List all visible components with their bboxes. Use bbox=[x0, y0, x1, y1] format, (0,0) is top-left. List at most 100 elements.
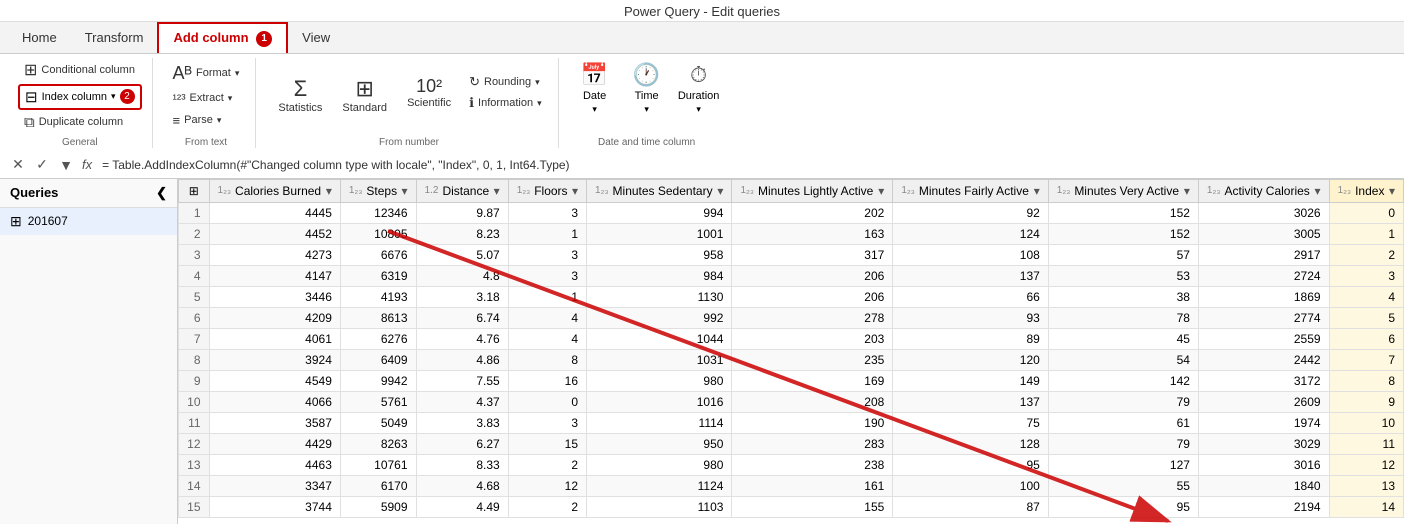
sidebar-item-201607[interactable]: ⊞ 201607 bbox=[0, 208, 177, 235]
table-body: 1 4445 12346 9.87 3 994 202 92 152 3026 … bbox=[179, 202, 1404, 517]
col-header-distance[interactable]: 1.2 Distance ▾ bbox=[416, 179, 508, 202]
col-header-sedentary[interactable]: 1₂₃ Minutes Sedentary ▾ bbox=[587, 179, 732, 202]
col-header-very[interactable]: 1₂₃ Minutes Very Active ▾ bbox=[1048, 179, 1198, 202]
cell-fairly: 137 bbox=[893, 265, 1048, 286]
filter-calories-icon[interactable]: ▾ bbox=[326, 184, 332, 198]
cell-fairly: 95 bbox=[893, 454, 1048, 475]
cell-lightly: 163 bbox=[732, 223, 893, 244]
filter-index-icon[interactable]: ▾ bbox=[1389, 184, 1395, 198]
cell-very: 79 bbox=[1048, 391, 1198, 412]
tab-home[interactable]: Home bbox=[8, 22, 71, 53]
format-button[interactable]: Aᴮ Format ▾ bbox=[167, 61, 246, 86]
sidebar-header: Queries ❮ bbox=[0, 179, 177, 208]
cell-fairly: 149 bbox=[893, 370, 1048, 391]
information-button[interactable]: ℹ Information ▾ bbox=[463, 93, 548, 113]
filter-activity-cal-icon[interactable]: ▾ bbox=[1315, 184, 1321, 198]
cell-activity-cal: 1974 bbox=[1198, 412, 1329, 433]
tab-transform[interactable]: Transform bbox=[71, 22, 158, 53]
cell-sedentary: 950 bbox=[587, 433, 732, 454]
duration-button[interactable]: ⏱ Duration ▾ bbox=[677, 62, 721, 115]
col-header-index[interactable]: 1₂₃ Index ▾ bbox=[1329, 179, 1403, 202]
cell-sedentary: 980 bbox=[587, 454, 732, 475]
filter-distance-icon[interactable]: ▾ bbox=[494, 184, 500, 198]
cell-activity-cal: 3029 bbox=[1198, 433, 1329, 454]
cell-distance: 6.74 bbox=[416, 307, 508, 328]
formula-input[interactable] bbox=[102, 158, 1396, 172]
cell-calories: 4452 bbox=[209, 223, 340, 244]
cell-very: 95 bbox=[1048, 496, 1198, 517]
col-header-lightly[interactable]: 1₂₃ Minutes Lightly Active ▾ bbox=[732, 179, 893, 202]
statistics-button[interactable]: Σ Statistics bbox=[270, 72, 330, 118]
time-button[interactable]: 🕐 Time ▾ bbox=[625, 62, 669, 115]
col-header-floors[interactable]: 1₂₃ Floors ▾ bbox=[508, 179, 586, 202]
cell-distance: 4.49 bbox=[416, 496, 508, 517]
cell-activity-cal: 2442 bbox=[1198, 349, 1329, 370]
filter-steps-icon[interactable]: ▾ bbox=[402, 184, 408, 198]
col-header-calories[interactable]: 1₂₃ Calories Burned ▾ bbox=[209, 179, 340, 202]
extract-button[interactable]: ¹²³ Extract ▾ bbox=[167, 89, 246, 108]
rounding-icon: ↻ bbox=[469, 74, 480, 90]
cell-steps: 6676 bbox=[340, 244, 416, 265]
general-items: ⊞ Conditional column ⊟ Index column ▾ 2 … bbox=[18, 58, 142, 133]
scientific-button[interactable]: 10² Scientific bbox=[399, 72, 459, 113]
cell-distance: 4.86 bbox=[416, 349, 508, 370]
cell-lightly: 238 bbox=[732, 454, 893, 475]
cell-very: 61 bbox=[1048, 412, 1198, 433]
cell-fairly: 100 bbox=[893, 475, 1048, 496]
formula-fx-label: fx bbox=[82, 157, 92, 172]
date-button[interactable]: 📅 Date ▾ bbox=[573, 62, 617, 115]
cell-index: 1 bbox=[1329, 223, 1403, 244]
standard-button[interactable]: ⊞ Standard bbox=[334, 72, 395, 118]
table-header-row: ⊞ 1₂₃ Calories Burned ▾ 1₂₃ Steps bbox=[179, 179, 1404, 202]
index-column-badge: 2 bbox=[120, 89, 135, 104]
cell-distance: 4.8 bbox=[416, 265, 508, 286]
filter-floors-icon[interactable]: ▾ bbox=[572, 184, 578, 198]
cell-floors: 15 bbox=[508, 433, 586, 454]
row-num-cell: 15 bbox=[179, 496, 210, 517]
cell-sedentary: 958 bbox=[587, 244, 732, 265]
tab-view[interactable]: View bbox=[288, 22, 344, 53]
col-header-fairly[interactable]: 1₂₃ Minutes Fairly Active ▾ bbox=[893, 179, 1048, 202]
from-number-items: Σ Statistics ⊞ Standard 10² Scientific bbox=[270, 58, 547, 133]
col-header-steps[interactable]: 1₂₃ Steps ▾ bbox=[340, 179, 416, 202]
col-header-activity-cal[interactable]: 1₂₃ Activity Calories ▾ bbox=[1198, 179, 1329, 202]
cell-very: 38 bbox=[1048, 286, 1198, 307]
formula-confirm-button[interactable]: ✓ bbox=[32, 155, 52, 175]
row-num-cell: 7 bbox=[179, 328, 210, 349]
table-row: 15 3744 5909 4.49 2 1103 155 87 95 2194 … bbox=[179, 496, 1404, 517]
cell-distance: 8.23 bbox=[416, 223, 508, 244]
filter-very-icon[interactable]: ▾ bbox=[1184, 184, 1190, 198]
cell-distance: 9.87 bbox=[416, 202, 508, 223]
duplicate-column-button[interactable]: ⧉ Duplicate column bbox=[18, 112, 142, 133]
cell-index: 13 bbox=[1329, 475, 1403, 496]
formula-cancel-button[interactable]: ✕ bbox=[8, 155, 28, 175]
filter-sedentary-icon[interactable]: ▾ bbox=[717, 184, 723, 198]
cell-calories: 4273 bbox=[209, 244, 340, 265]
from-number-label: From number bbox=[379, 133, 439, 148]
cell-very: 55 bbox=[1048, 475, 1198, 496]
filter-fairly-icon[interactable]: ▾ bbox=[1034, 184, 1040, 198]
rounding-button[interactable]: ↻ Rounding ▾ bbox=[463, 72, 548, 92]
cell-calories: 4429 bbox=[209, 433, 340, 454]
formula-expand-button[interactable]: ▼ bbox=[56, 155, 76, 175]
cell-calories: 4209 bbox=[209, 307, 340, 328]
table-row: 4 4147 6319 4.8 3 984 206 137 53 2724 3 bbox=[179, 265, 1404, 286]
sidebar-collapse-button[interactable]: ❮ bbox=[156, 185, 167, 201]
tab-add-column[interactable]: Add column 1 bbox=[157, 22, 288, 53]
data-area[interactable]: ⊞ 1₂₃ Calories Burned ▾ 1₂₃ Steps bbox=[178, 179, 1404, 524]
conditional-column-button[interactable]: ⊞ Conditional column bbox=[18, 58, 142, 82]
sidebar: Queries ❮ ⊞ 201607 bbox=[0, 179, 178, 524]
filter-lightly-icon[interactable]: ▾ bbox=[878, 184, 884, 198]
cell-index: 7 bbox=[1329, 349, 1403, 370]
cell-very: 57 bbox=[1048, 244, 1198, 265]
ribbon-group-from-number: Σ Statistics ⊞ Standard 10² Scientific bbox=[260, 58, 558, 148]
cell-index: 11 bbox=[1329, 433, 1403, 454]
row-num-cell: 8 bbox=[179, 349, 210, 370]
sidebar-title: Queries bbox=[10, 185, 58, 200]
index-column-button[interactable]: ⊟ Index column ▾ 2 bbox=[18, 84, 142, 110]
parse-button[interactable]: ≡ Parse ▾ bbox=[167, 111, 246, 130]
cell-activity-cal: 3016 bbox=[1198, 454, 1329, 475]
cell-lightly: 190 bbox=[732, 412, 893, 433]
table-row: 5 3446 4193 3.18 1 1130 206 66 38 1869 4 bbox=[179, 286, 1404, 307]
cell-floors: 2 bbox=[508, 496, 586, 517]
